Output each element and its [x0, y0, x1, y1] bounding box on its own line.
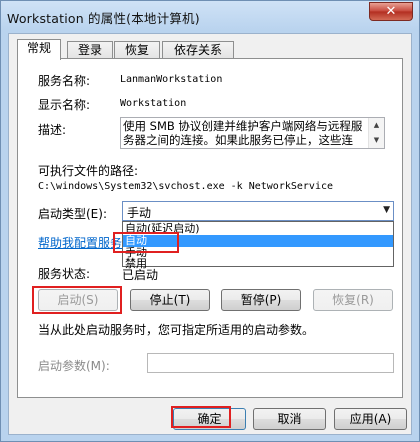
- pause-button[interactable]: 暂停(P): [221, 289, 301, 311]
- help-configure-link[interactable]: 帮助我配置服务: [38, 234, 122, 251]
- display-name-label: 显示名称:: [38, 98, 91, 112]
- close-button[interactable]: ✕: [369, 2, 413, 21]
- description-scrollbar[interactable]: ▲ ▼: [368, 118, 384, 148]
- startup-type-value: 手动: [127, 206, 152, 220]
- service-name-label: 服务名称:: [38, 74, 91, 88]
- apply-button[interactable]: 应用(A): [334, 408, 407, 430]
- service-name-value: LanmanWorkstation: [120, 74, 223, 85]
- chevron-down-icon[interactable]: ▼: [383, 205, 390, 215]
- description-text: 使用 SMB 协议创建并维护客户端网络与远程服务器之间的连接。如果此服务已停止，…: [123, 119, 363, 147]
- startup-option-disabled[interactable]: 禁用: [123, 258, 393, 270]
- description-box[interactable]: 使用 SMB 协议创建并维护客户端网络与远程服务器之间的连接。如果此服务已停止，…: [120, 117, 385, 149]
- start-params-hint: 当从此处启动服务时，您可指定所适用的启动参数。: [38, 323, 315, 337]
- startup-type-combo[interactable]: 手动 ▼: [122, 201, 394, 221]
- ok-button[interactable]: 确定: [173, 408, 246, 430]
- scroll-down-icon[interactable]: ▼: [369, 133, 384, 148]
- stop-button[interactable]: 停止(T): [130, 289, 210, 311]
- startup-type-dropdown: 自动(延迟启动) 自动 手动 禁用: [122, 221, 394, 270]
- properties-window: Workstation 的属性(本地计算机) ✕ 常规 登录 恢复 依存关系 服…: [0, 0, 420, 442]
- description-label: 描述:: [38, 123, 67, 137]
- startup-option-auto-delayed[interactable]: 自动(延迟启动): [123, 223, 393, 235]
- resume-button[interactable]: 恢复(R): [313, 289, 393, 311]
- service-status-label: 服务状态:: [38, 267, 91, 281]
- display-name-value: Workstation: [120, 98, 187, 109]
- general-tab-panel: 服务名称: LanmanWorkstation 显示名称: Workstatio…: [17, 58, 403, 398]
- start-params-input[interactable]: [147, 353, 394, 373]
- tab-general[interactable]: 常规: [17, 39, 61, 60]
- tab-dependencies[interactable]: 依存关系: [162, 41, 234, 59]
- exe-path-label: 可执行文件的路径:: [38, 164, 139, 178]
- scroll-up-icon[interactable]: ▲: [369, 118, 384, 133]
- startup-type-label: 启动类型(E):: [38, 207, 107, 221]
- start-button[interactable]: 启动(S): [38, 289, 118, 311]
- startup-option-auto[interactable]: 自动: [123, 235, 393, 247]
- tab-logon[interactable]: 登录: [67, 41, 113, 59]
- exe-path-value: C:\windows\System32\svchost.exe -k Netwo…: [38, 181, 334, 192]
- start-params-label: 启动参数(M):: [38, 359, 110, 373]
- title-bar[interactable]: Workstation 的属性(本地计算机) ✕: [1, 1, 419, 31]
- tab-recovery[interactable]: 恢复: [114, 41, 160, 59]
- cancel-button[interactable]: 取消: [253, 408, 326, 430]
- dialog-client: 常规 登录 恢复 依存关系 服务名称: LanmanWorkstation 显示…: [8, 33, 412, 435]
- window-title: Workstation 的属性(本地计算机): [7, 11, 200, 26]
